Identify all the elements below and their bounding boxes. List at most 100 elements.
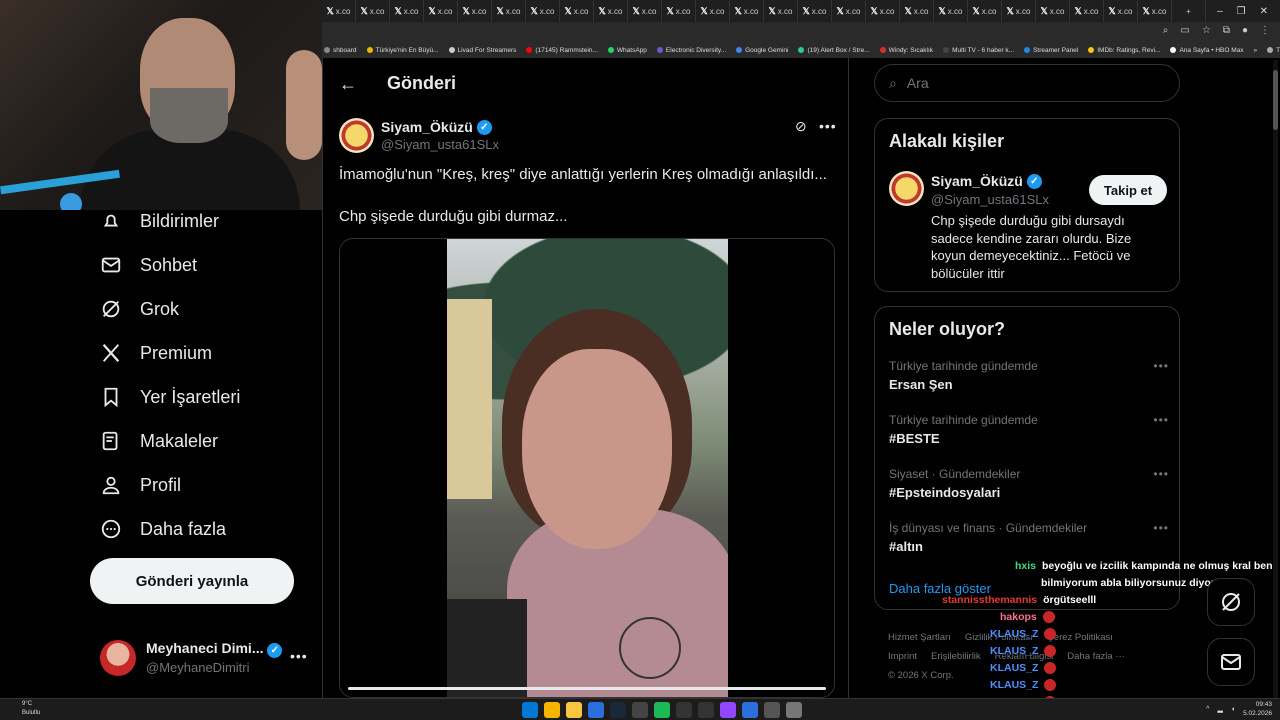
browser-tab[interactable]: 𝕏x.co bbox=[730, 0, 764, 22]
browser-tab[interactable]: 𝕏x.co bbox=[968, 0, 1002, 22]
browser-tab[interactable]: 𝕏x.co bbox=[526, 0, 560, 22]
app-icon[interactable] bbox=[742, 702, 758, 718]
browser-tab[interactable]: 𝕏x.co bbox=[1002, 0, 1036, 22]
bookmark-item[interactable]: Livad For Streamers bbox=[448, 47, 516, 54]
new-tab-button[interactable]: + bbox=[1172, 0, 1206, 22]
sidebar-item-sohbet[interactable]: Sohbet bbox=[100, 250, 197, 280]
bookmark-item[interactable]: Multi TV - 6 haber k... bbox=[943, 47, 1014, 54]
trend-item[interactable]: Siyaset · Gündemdekiler #Epsteindosyalari… bbox=[889, 467, 1169, 500]
clock[interactable]: 09:43 5.02.2026 bbox=[1243, 700, 1272, 718]
weather-widget[interactable]: 9°C Bulutlu bbox=[22, 700, 40, 718]
browser-tab[interactable]: 𝕏x.co bbox=[492, 0, 526, 22]
browser-tab[interactable]: 𝕏x.co bbox=[560, 0, 594, 22]
bookmark-item[interactable]: Windy: Sıcaklık bbox=[879, 47, 933, 54]
close-window-icon[interactable]: ✕ bbox=[1260, 6, 1268, 17]
trend-item[interactable]: Türkiye tarihinde gündemde Ersan Şen ••• bbox=[889, 359, 1169, 392]
browser-tab[interactable]: 𝕏x.co bbox=[696, 0, 730, 22]
bookmark-item[interactable]: IMDb: Ratings, Revi... bbox=[1088, 47, 1160, 54]
browser-tab[interactable]: 𝕏x.co bbox=[356, 0, 390, 22]
browser-tab[interactable]: 𝕏x.co bbox=[1070, 0, 1104, 22]
restore-icon[interactable]: ❐ bbox=[1237, 6, 1246, 17]
footer-link[interactable]: Daha fazla ··· bbox=[1067, 651, 1125, 662]
browser-tab[interactable]: 𝕏x.co bbox=[322, 0, 356, 22]
sidebar-item-grok[interactable]: Grok bbox=[100, 294, 179, 324]
trend-item[interactable]: İş dünyası ve finans · Gündemdekiler #alt… bbox=[889, 521, 1169, 554]
footer-link[interactable]: Çerez Politikası bbox=[1047, 632, 1113, 643]
scrollbar[interactable] bbox=[1273, 60, 1278, 700]
browser-tab[interactable]: 𝕏x.co bbox=[934, 0, 968, 22]
account-switcher[interactable]: Meyhaneci Dimi... ✓ @MeyhaneDimitri ••• bbox=[100, 636, 322, 680]
browser-tab[interactable]: 𝕏x.co bbox=[866, 0, 900, 22]
app-icon[interactable] bbox=[786, 702, 802, 718]
sidebar-item-makaleler[interactable]: Makaleler bbox=[100, 426, 218, 456]
bookmark-item[interactable]: shboard bbox=[324, 47, 357, 54]
browser-tab[interactable]: 𝕏x.co bbox=[1104, 0, 1138, 22]
spotify-icon[interactable] bbox=[654, 702, 670, 718]
browser-tab[interactable]: 𝕏x.co bbox=[628, 0, 662, 22]
network-icon[interactable]: ▂ bbox=[1217, 705, 1222, 713]
chrome-icon[interactable] bbox=[544, 702, 560, 718]
back-arrow-icon[interactable]: ← bbox=[339, 74, 357, 95]
browser-tab[interactable]: 𝕏x.co bbox=[662, 0, 696, 22]
follow-button[interactable]: Takip et bbox=[1089, 175, 1167, 205]
browser-tab[interactable]: 𝕏x.co bbox=[900, 0, 934, 22]
messages-fab-button[interactable] bbox=[1207, 638, 1255, 686]
sidebar-item-profil[interactable]: Profil bbox=[100, 470, 181, 500]
video-player[interactable] bbox=[339, 238, 835, 698]
grok-icon[interactable]: ⊘ bbox=[795, 118, 807, 135]
sidebar-item-bildirimler[interactable]: Bildirimler bbox=[100, 206, 219, 236]
browser-tab[interactable]: 𝕏x.co bbox=[764, 0, 798, 22]
bookmark-item[interactable]: (17145) Rammstein... bbox=[526, 47, 598, 54]
bookmark-item[interactable]: Türkiye'nin En Büyü... bbox=[366, 47, 439, 54]
bookmark-item[interactable]: » bbox=[1254, 47, 1258, 54]
footer-link[interactable]: Hizmet Şartları bbox=[888, 632, 951, 643]
volume-icon[interactable]: ◖ bbox=[1231, 706, 1235, 713]
author-avatar[interactable] bbox=[339, 118, 374, 153]
address-bar[interactable]: ⌕ ▭ ☆ ⧉ ● ⋮ bbox=[322, 22, 1280, 42]
bookmark-item[interactable]: Streamer Panel bbox=[1024, 47, 1078, 54]
more-icon[interactable]: ••• bbox=[1153, 413, 1169, 427]
sidebar-item-premium[interactable]: Premium bbox=[100, 338, 212, 368]
cast-icon[interactable]: ▭ bbox=[1180, 25, 1189, 36]
app-icon[interactable] bbox=[698, 702, 714, 718]
star-icon[interactable]: ☆ bbox=[1202, 25, 1211, 36]
related-handle[interactable]: @Siyam_usta61SLx bbox=[931, 192, 1049, 207]
zoom-icon[interactable]: ⌕ bbox=[1163, 25, 1169, 36]
extensions-icon[interactable]: ⧉ bbox=[1223, 25, 1230, 36]
sidebar-item-daha-fazla[interactable]: Daha fazla bbox=[100, 514, 226, 544]
windows-start-icon[interactable] bbox=[522, 702, 538, 718]
chevron-up-icon[interactable]: ^ bbox=[1206, 706, 1209, 713]
bookmark-item[interactable]: Ana Sayfa • HBO Max bbox=[1170, 47, 1244, 54]
more-icon[interactable]: ••• bbox=[1153, 359, 1169, 373]
profile-icon[interactable]: ● bbox=[1242, 25, 1248, 36]
browser-tab[interactable]: 𝕏x.co bbox=[798, 0, 832, 22]
related-name[interactable]: Siyam_Öküzü bbox=[931, 173, 1023, 189]
browser-tab[interactable]: 𝕏x.co bbox=[424, 0, 458, 22]
avatar[interactable] bbox=[889, 171, 924, 206]
author-name[interactable]: Siyam_Öküzü bbox=[381, 119, 473, 135]
bookmark-item[interactable]: (19) Alert Box / Stre... bbox=[798, 47, 870, 54]
minimize-icon[interactable]: – bbox=[1217, 6, 1223, 17]
app-icon[interactable] bbox=[764, 702, 780, 718]
more-icon[interactable]: ••• bbox=[290, 648, 308, 664]
browser-tab[interactable]: 𝕏x.co bbox=[832, 0, 866, 22]
bookmark-item[interactable]: Google Gemini bbox=[736, 47, 788, 54]
more-icon[interactable]: ••• bbox=[1153, 467, 1169, 481]
video-progress-bar[interactable] bbox=[348, 687, 826, 690]
footer-link[interactable]: © 2026 X Corp. bbox=[888, 670, 954, 681]
search-input[interactable]: ⌕ Ara bbox=[874, 64, 1180, 102]
post-button[interactable]: Gönderi yayınla bbox=[90, 558, 294, 604]
sidebar-item-yer-i-aretleri[interactable]: Yer İşaretleri bbox=[100, 382, 240, 412]
footer-link[interactable]: Erişilebilirlik bbox=[931, 651, 981, 662]
app-icon[interactable] bbox=[720, 702, 736, 718]
bookmark-item[interactable]: Tüm Yer İşaretleri bbox=[1267, 47, 1280, 54]
browser-tab[interactable]: 𝕏x.co bbox=[458, 0, 492, 22]
author-handle[interactable]: @Siyam_usta61SLx bbox=[381, 137, 499, 152]
more-icon[interactable]: ••• bbox=[819, 118, 837, 134]
browser-tab[interactable]: 𝕏x.co bbox=[1036, 0, 1070, 22]
browser-tab[interactable]: 𝕏x.co bbox=[1138, 0, 1172, 22]
app-icon[interactable] bbox=[676, 702, 692, 718]
footer-link[interactable]: Imprint bbox=[888, 651, 917, 662]
menu-icon[interactable]: ⋮ bbox=[1260, 25, 1270, 36]
grok-fab-button[interactable] bbox=[1207, 578, 1255, 626]
